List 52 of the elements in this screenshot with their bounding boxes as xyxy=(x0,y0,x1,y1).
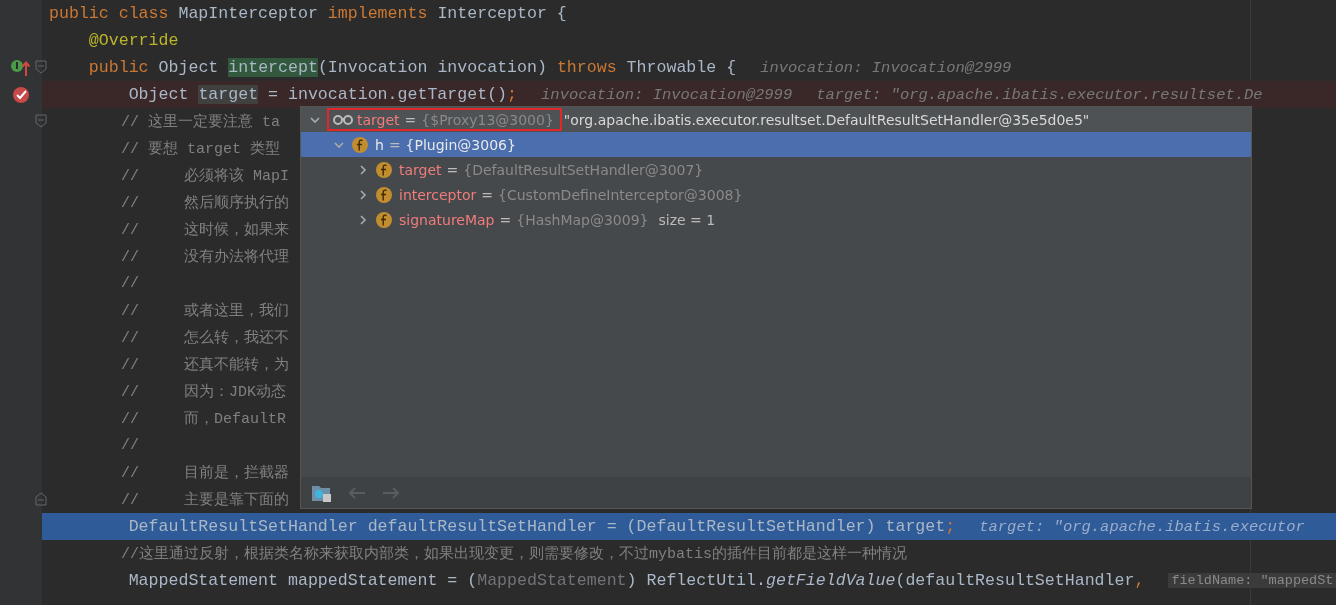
code-line: // 必须将该 MapI xyxy=(120,166,290,185)
size-label: size = 1 xyxy=(658,211,716,228)
code-line: // xyxy=(120,275,139,292)
chevron-right-icon[interactable] xyxy=(357,188,369,201)
code-line: // 目前是，拦截器 xyxy=(120,463,290,482)
inlay-hint: target: "org.apache.ibatis.executor.resultset.De xyxy=(816,85,1263,104)
tree-row[interactable]: signatureMap = {HashMap@3009} size = 1 xyxy=(301,207,1251,232)
tree-row[interactable]: interceptor = {CustomDefineInterceptor@3008} xyxy=(301,182,1251,207)
variable-value: "org.apache.ibatis.executor.resultset.DefaultResultSetHandler@35e5d0e5" xyxy=(563,111,1090,128)
inlay-hint: invocation: Invocation@2999 xyxy=(760,58,1012,77)
implements-icon[interactable] xyxy=(10,57,32,78)
code-line: // 怎么转，我还不 xyxy=(120,328,290,347)
variable-label: interceptor = {CustomDefineInterceptor@3008} xyxy=(399,185,743,205)
fold-icon[interactable] xyxy=(35,114,47,128)
fold-icon[interactable] xyxy=(35,60,47,74)
code-line: Object target = invocation.getTarget(); xyxy=(127,85,518,104)
inlay-hint: target: "org.apache.ibatis.executor xyxy=(979,517,1305,536)
code-line: // xyxy=(120,437,139,454)
code-line: // 这里一定要注意 ta xyxy=(120,112,281,131)
glasses-icon xyxy=(333,112,353,127)
chevron-right-icon[interactable] xyxy=(357,213,369,226)
code-line: // 或者这里，我们 xyxy=(120,301,290,320)
variable-label: target = {DefaultResultSetHandler@3007} xyxy=(399,160,704,180)
code-line: // 这时候，如果来 xyxy=(120,220,290,239)
inlay-hint: invocation: Invocation@2999 xyxy=(541,85,793,104)
breakpoint-icon[interactable] xyxy=(12,85,30,104)
code-line: public class MapInterceptor implements Interceptor { xyxy=(49,4,567,23)
code-line: // 要想 target 类型 xyxy=(120,139,281,158)
parameter-hint: fieldName: "mappedSt xyxy=(1168,573,1336,588)
chevron-right-icon[interactable] xyxy=(357,163,369,176)
code-line: // 而，DefaultR xyxy=(120,410,287,428)
code-line: DefaultResultSetHandler defaultResultSetHandler = (DefaultResultSetHandler) target; xyxy=(127,517,956,536)
fold-icon[interactable] xyxy=(35,492,47,506)
variable-label: target = {$Proxy13@3000} xyxy=(357,111,554,128)
code-line: // 然后顺序执行的 xyxy=(120,193,290,212)
tree-row[interactable]: h = {Plugin@3006} xyxy=(301,132,1251,157)
code-line: // 没有办法将代理 xyxy=(120,247,290,266)
tree-row[interactable]: target = {$Proxy13@3000} "org.apache.ibatis.executor.resultset.DefaultResultSetHandler@35e5d0e5" xyxy=(301,107,1251,132)
tree-row[interactable]: target = {DefaultResultSetHandler@3007} xyxy=(301,157,1251,182)
code-line: // 还真不能转，为 xyxy=(120,355,290,374)
code-line: @Override xyxy=(87,31,179,50)
field-icon xyxy=(375,185,393,204)
code-line: // 主要是靠下面的 xyxy=(120,490,290,509)
field-icon xyxy=(375,160,393,179)
code-line: //这里通过反射，根据类名称来获取内部类，如果出现变更，则需要修改，不过mybatis的插件目前都是这样一种情况 xyxy=(120,544,908,563)
variable-label: h = {Plugin@3006} xyxy=(375,135,516,155)
variable-label: signatureMap = {HashMap@3009} xyxy=(399,210,649,230)
code-line: // 因为：JDK动态 xyxy=(120,382,287,401)
code-line: public Object intercept(Invocation invocation) throws Throwable { xyxy=(87,58,737,77)
field-icon xyxy=(351,135,369,154)
field-icon xyxy=(375,210,393,229)
code-line: MappedStatement mappedStatement = (MappedStatement) ReflectUtil.getFieldValue(defaultResultSetHandler, xyxy=(127,571,1146,590)
